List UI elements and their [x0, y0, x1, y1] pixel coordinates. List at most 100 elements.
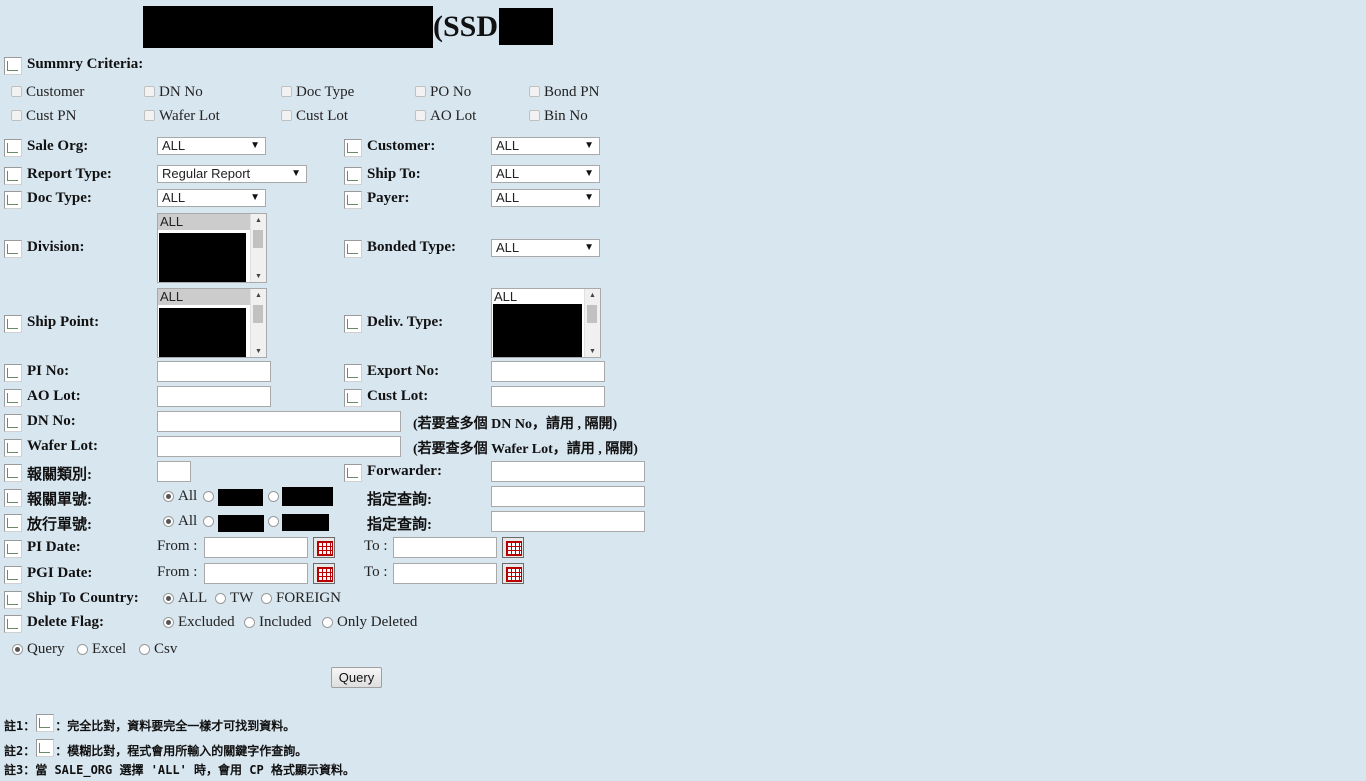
division-listbox[interactable]: ALL ▲ ▼	[157, 213, 267, 283]
pi-date-to-label: To :	[364, 538, 388, 554]
customs-no-all-radio[interactable]	[163, 491, 174, 502]
listbox-option[interactable]: ALL	[492, 289, 585, 305]
scroll-down-icon[interactable]: ▼	[255, 273, 262, 280]
scroll-up-icon[interactable]: ▲	[589, 292, 596, 299]
deliv-type-listbox[interactable]: ALL ▲ ▼	[491, 288, 601, 358]
customs-no-option-radio[interactable]	[203, 491, 214, 502]
doc-type-select[interactable]: ALL ▼	[157, 189, 266, 207]
broken-image-icon	[4, 57, 22, 75]
redacted-block	[499, 8, 553, 45]
query-button[interactable]: Query	[331, 667, 382, 688]
output-csv-radio[interactable]	[139, 644, 150, 655]
customer-select[interactable]: ALL ▼	[491, 137, 600, 155]
pgi-date-from-input[interactable]	[204, 563, 308, 584]
delete-flag-included-radio[interactable]	[244, 617, 255, 628]
checkbox-po-no[interactable]	[415, 86, 426, 97]
scroll-down-icon[interactable]: ▼	[589, 348, 596, 355]
checkbox-cust-lot[interactable]	[281, 110, 292, 121]
title-text: (SSD)	[433, 10, 509, 43]
checkbox-bond-pn[interactable]	[529, 86, 540, 97]
checkbox-label: Bin No	[544, 108, 588, 124]
ship-to-country-foreign-radio[interactable]	[261, 593, 272, 604]
payer-select[interactable]: ALL ▼	[491, 189, 600, 207]
cust-lot-input[interactable]	[491, 386, 605, 407]
ship-to-country-tw-radio[interactable]	[215, 593, 226, 604]
checkbox-customer[interactable]	[11, 86, 22, 97]
listbox-option[interactable]: ALL	[158, 214, 251, 230]
dn-no-label: DN No:	[27, 413, 76, 429]
checkbox-dn-no[interactable]	[144, 86, 155, 97]
scrollbar-thumb[interactable]	[253, 305, 263, 323]
release-no-all-radio[interactable]	[163, 516, 174, 527]
customs-no-input[interactable]	[491, 486, 645, 507]
redacted-block	[282, 487, 333, 506]
broken-image-icon	[344, 315, 362, 333]
output-excel-radio[interactable]	[77, 644, 88, 655]
customs-no-option-radio[interactable]	[268, 491, 279, 502]
note-text: ：模糊比對，程式會用所輸入的關鍵字作查詢。	[55, 744, 308, 758]
checkbox-bin-no[interactable]	[529, 110, 540, 121]
scrollbar[interactable]: ▲ ▼	[250, 214, 266, 282]
calendar-icon[interactable]	[313, 537, 335, 558]
scrollbar-thumb[interactable]	[253, 230, 263, 248]
report-type-select[interactable]: Regular Report ▼	[157, 165, 307, 183]
broken-image-icon	[4, 439, 22, 457]
broken-image-icon	[4, 414, 22, 432]
dropdown-arrow-icon: ▼	[291, 168, 301, 179]
radio-label: Included	[259, 614, 312, 630]
broken-image-icon	[4, 514, 22, 532]
sale-org-label: Sale Org:	[27, 138, 89, 154]
dropdown-arrow-icon: ▼	[584, 168, 594, 179]
radio-label: Only Deleted	[337, 614, 418, 630]
release-no-option-radio[interactable]	[268, 516, 279, 527]
pi-no-input[interactable]	[157, 361, 271, 382]
broken-image-icon	[344, 167, 362, 185]
export-no-input[interactable]	[491, 361, 605, 382]
checkbox-ao-lot[interactable]	[415, 110, 426, 121]
sale-org-select[interactable]: ALL ▼	[157, 137, 266, 155]
pgi-date-to-input[interactable]	[393, 563, 497, 584]
scrollbar[interactable]: ▲ ▼	[250, 289, 266, 357]
scroll-up-icon[interactable]: ▲	[255, 217, 262, 224]
calendar-icon[interactable]	[502, 563, 524, 584]
scrollbar-thumb[interactable]	[587, 305, 597, 323]
release-no-option-radio[interactable]	[203, 516, 214, 527]
radio-label: Query	[27, 641, 65, 657]
checkbox-wafer-lot[interactable]	[144, 110, 155, 121]
release-no-specify-label: 指定查詢:	[367, 517, 432, 533]
wafer-lot-input[interactable]	[157, 436, 401, 457]
ao-lot-input[interactable]	[157, 386, 271, 407]
broken-image-icon	[4, 364, 22, 382]
release-no-input[interactable]	[491, 511, 645, 532]
pi-date-from-input[interactable]	[204, 537, 308, 558]
division-label: Division:	[27, 239, 85, 255]
note-3: 註3：當 SALE_ORG 選擇 'ALL' 時，會用 CP 格式顯示資料。	[4, 763, 355, 777]
select-value: ALL	[496, 240, 520, 255]
broken-image-icon	[344, 364, 362, 382]
scrollbar[interactable]: ▲ ▼	[584, 289, 600, 357]
customs-category-input[interactable]	[157, 461, 191, 482]
listbox-option[interactable]: ALL	[158, 289, 251, 305]
checkbox-doc-type[interactable]	[281, 86, 292, 97]
checkbox-label: Customer	[26, 84, 85, 100]
forwarder-input[interactable]	[491, 461, 645, 482]
dn-no-input[interactable]	[157, 411, 401, 432]
checkbox-cust-pn[interactable]	[11, 110, 22, 121]
radio-label: TW	[230, 590, 254, 606]
select-value: ALL	[496, 166, 520, 181]
ship-to-country-all-radio[interactable]	[163, 593, 174, 604]
checkbox-label: Bond PN	[544, 84, 600, 100]
ship-to-select[interactable]: ALL ▼	[491, 165, 600, 183]
scroll-down-icon[interactable]: ▼	[255, 348, 262, 355]
checkbox-label: Cust PN	[26, 108, 77, 124]
checkbox-label: Doc Type	[296, 84, 355, 100]
ship-point-listbox[interactable]: ALL ▲ ▼	[157, 288, 267, 358]
output-query-radio[interactable]	[12, 644, 23, 655]
calendar-icon[interactable]	[502, 537, 524, 558]
scroll-up-icon[interactable]: ▲	[255, 292, 262, 299]
delete-flag-only-deleted-radio[interactable]	[322, 617, 333, 628]
calendar-icon[interactable]	[313, 563, 335, 584]
delete-flag-excluded-radio[interactable]	[163, 617, 174, 628]
bonded-type-select[interactable]: ALL ▼	[491, 239, 600, 257]
pi-date-to-input[interactable]	[393, 537, 497, 558]
